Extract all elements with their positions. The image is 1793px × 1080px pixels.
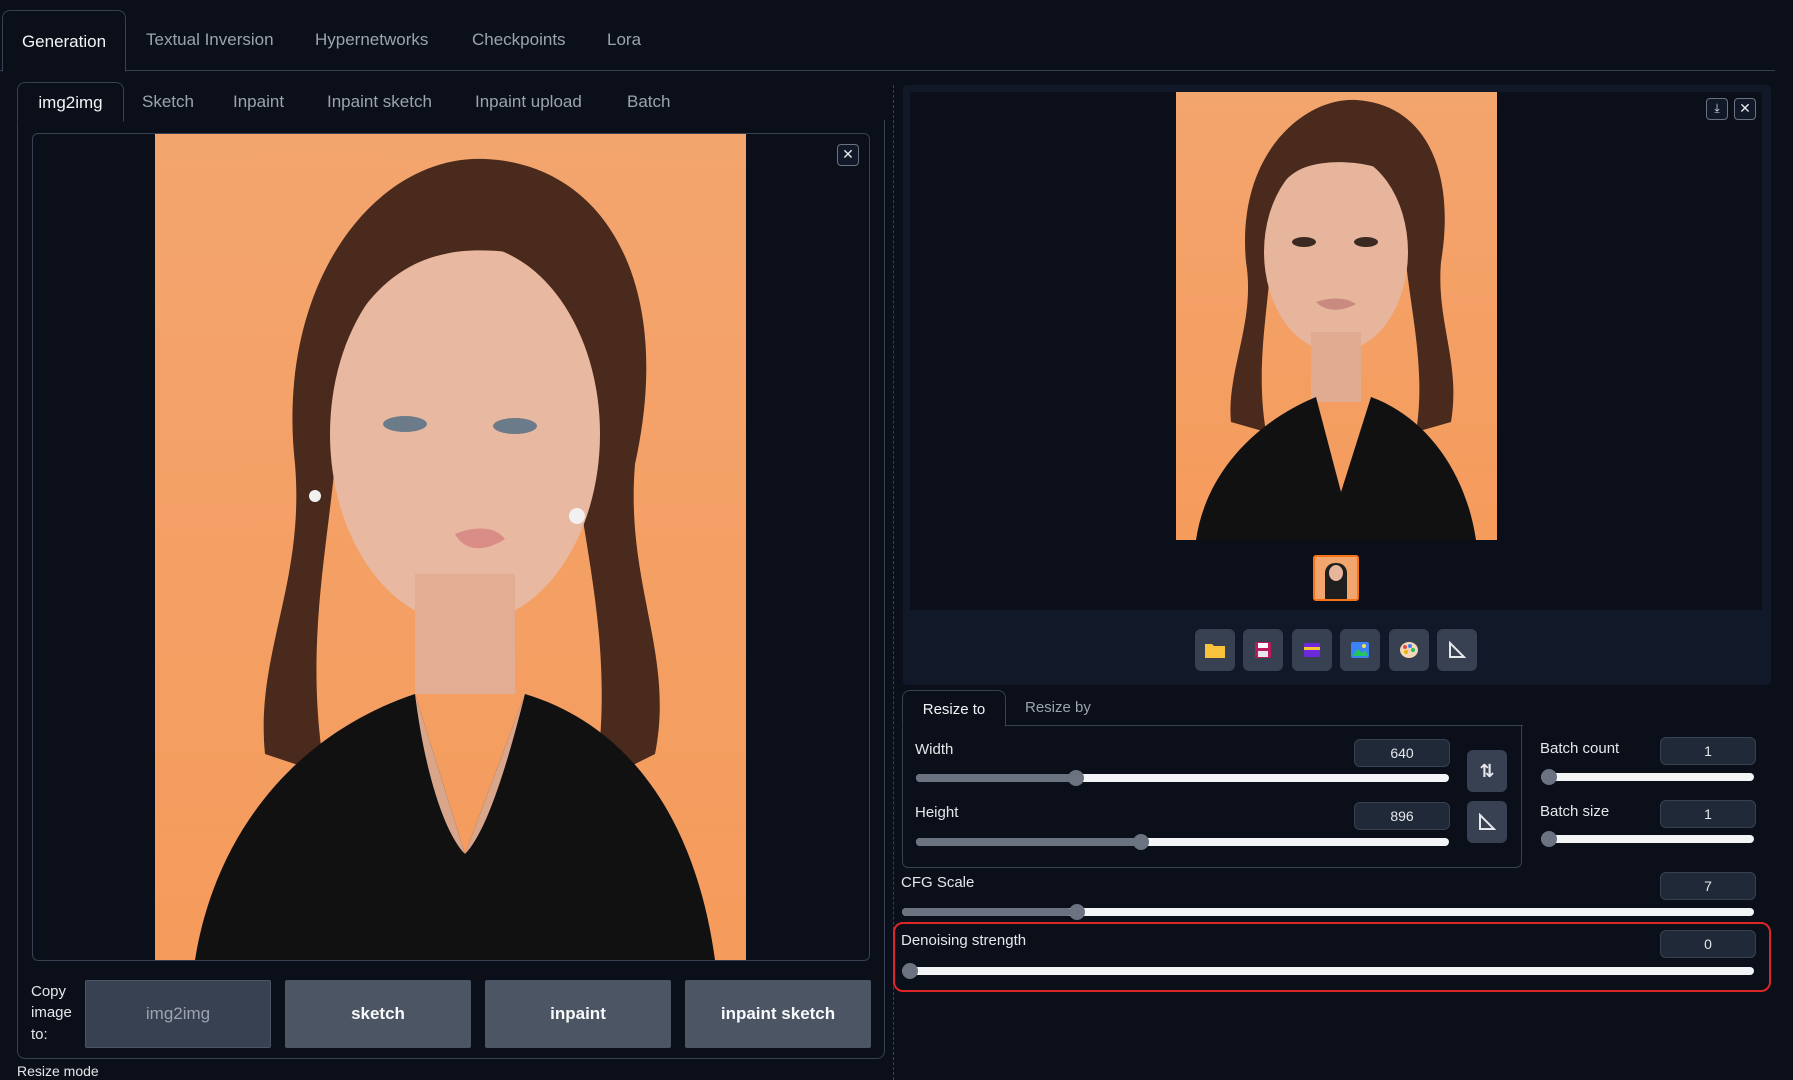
output-gallery <box>910 92 1762 610</box>
tab-textual-inversion[interactable]: Textual Inversion <box>146 30 274 50</box>
input-image-area[interactable] <box>32 133 870 961</box>
batch-size-slider[interactable] <box>1541 835 1754 843</box>
width-slider-thumb[interactable] <box>1067 770 1084 786</box>
save-button[interactable] <box>1243 629 1283 671</box>
copy-image-label-line3: to: <box>31 1026 48 1043</box>
ruler-icon <box>1449 641 1466 658</box>
tab-lora[interactable]: Lora <box>607 30 641 50</box>
denoising-strength-label: Denoising strength <box>901 932 1027 949</box>
cfg-scale-slider-thumb[interactable] <box>1069 904 1086 920</box>
batch-size-slider-thumb[interactable] <box>1541 831 1557 847</box>
thumbnail-face <box>1329 565 1343 581</box>
tab-inpaint-upload[interactable]: Inpaint upload <box>475 92 582 112</box>
send-to-extras-button[interactable] <box>1437 629 1477 671</box>
resize-mode-label: Resize mode <box>17 1063 99 1079</box>
denoising-strength-slider[interactable] <box>902 967 1754 975</box>
output-download-button[interactable]: ⤓ <box>1706 98 1728 120</box>
aspect-ratio-button[interactable] <box>1467 801 1507 843</box>
width-slider[interactable] <box>916 774 1449 782</box>
batch-count-slider-thumb[interactable] <box>1541 769 1557 785</box>
tab-inpaint[interactable]: Inpaint <box>233 92 284 112</box>
tab-checkpoints[interactable]: Checkpoints <box>472 30 566 50</box>
tab-resize-by[interactable]: Resize by <box>1025 699 1091 716</box>
height-label: Height <box>915 804 959 821</box>
folder-icon <box>1205 644 1225 658</box>
tab-resize-to[interactable]: Resize to <box>902 690 1006 727</box>
width-input[interactable]: 640 <box>1354 739 1450 767</box>
open-folder-button[interactable] <box>1195 629 1235 671</box>
copy-to-inpaint-button[interactable]: inpaint <box>485 980 671 1048</box>
batch-size-input[interactable]: 1 <box>1660 800 1756 828</box>
send-to-inpaint-button[interactable] <box>1389 629 1429 671</box>
swap-dimensions-button[interactable]: ⇅ <box>1467 750 1507 792</box>
batch-size-label: Batch size <box>1540 803 1610 820</box>
height-input[interactable]: 896 <box>1354 802 1450 830</box>
denoising-strength-slider-thumb[interactable] <box>902 963 918 979</box>
batch-count-label: Batch count <box>1540 740 1620 757</box>
save-icon <box>1255 642 1271 658</box>
tab-inpaint-sketch[interactable]: Inpaint sketch <box>327 92 432 112</box>
batch-count-input[interactable]: 1 <box>1660 737 1756 765</box>
send-to-img2img-button[interactable] <box>1340 629 1380 671</box>
zip-button[interactable] <box>1292 629 1332 671</box>
denoising-strength-input[interactable]: 0 <box>1660 930 1756 958</box>
height-slider-thumb[interactable] <box>1132 834 1149 850</box>
tab-generation[interactable]: Generation <box>2 10 126 72</box>
width-label: Width <box>915 741 954 758</box>
tab-batch[interactable]: Batch <box>627 92 670 112</box>
cfg-scale-label: CFG Scale <box>901 874 975 891</box>
copy-to-img2img-button[interactable]: img2img <box>85 980 271 1048</box>
output-portrait-image <box>1176 92 1497 540</box>
aspect-ruler-icon <box>1479 813 1496 830</box>
copy-image-label-line2: image <box>31 1004 72 1021</box>
palette-icon <box>1400 642 1418 658</box>
zip-icon <box>1304 643 1320 657</box>
tab-sketch[interactable]: Sketch <box>142 92 194 112</box>
cfg-scale-input[interactable]: 7 <box>1660 872 1756 900</box>
batch-count-slider[interactable] <box>1541 773 1754 781</box>
copy-image-label-line1: Copy <box>31 983 67 1000</box>
height-slider-fill <box>916 838 1140 846</box>
copy-to-sketch-button[interactable]: sketch <box>285 980 471 1048</box>
output-thumbnail[interactable] <box>1313 555 1359 601</box>
input-image-close-button[interactable]: ✕ <box>837 144 859 166</box>
height-slider[interactable] <box>916 838 1449 846</box>
cfg-scale-slider[interactable] <box>902 908 1754 916</box>
width-slider-fill <box>916 774 1073 782</box>
tab-img2img[interactable]: img2img <box>17 82 124 122</box>
swap-icon: ⇅ <box>1479 760 1495 781</box>
image-icon <box>1351 642 1369 658</box>
copy-to-inpaint-sketch-button[interactable]: inpaint sketch <box>685 980 871 1048</box>
input-portrait-image <box>155 134 746 960</box>
tab-hypernetworks[interactable]: Hypernetworks <box>315 30 428 50</box>
cfg-scale-slider-fill <box>902 908 1073 916</box>
top-tabbar-divider <box>0 70 1775 71</box>
output-close-button[interactable]: ✕ <box>1734 98 1756 120</box>
